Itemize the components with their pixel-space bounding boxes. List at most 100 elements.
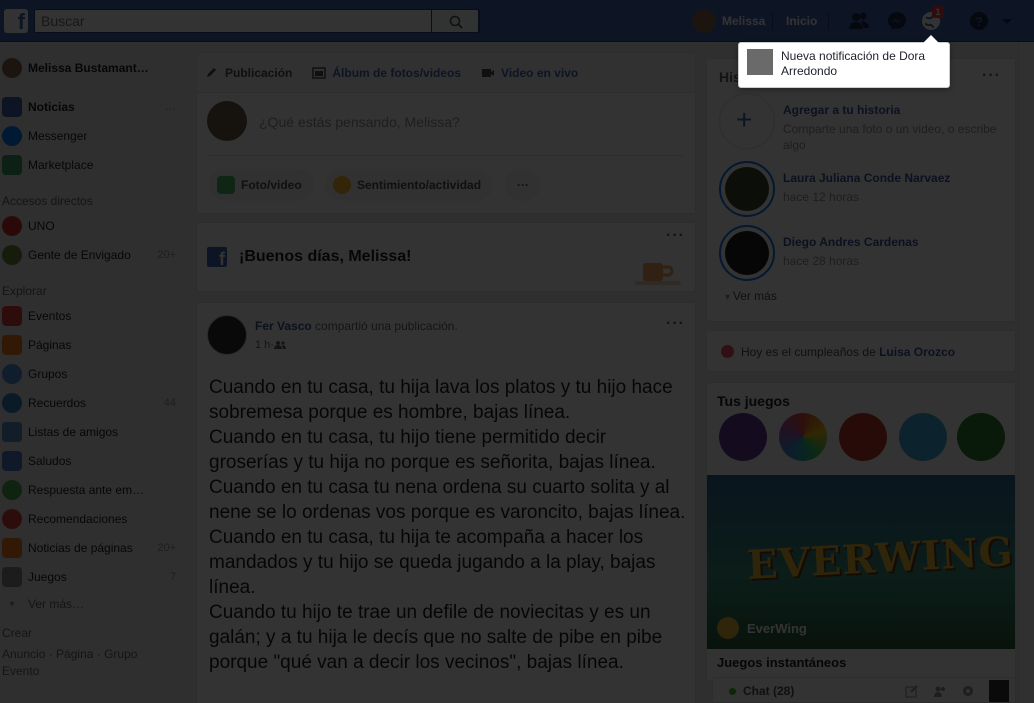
search-box: [34, 9, 480, 33]
composer-input[interactable]: ¿Qué estás pensando, Melissa?: [259, 114, 460, 130]
friends-audience-icon[interactable]: [273, 340, 286, 350]
help-icon[interactable]: ?: [968, 10, 990, 32]
create-ad-link[interactable]: Anuncio: [2, 647, 45, 661]
sidebar-profile[interactable]: Melissa Bustamant…: [2, 57, 182, 79]
more-options-icon: ···: [517, 178, 529, 192]
add-story-title: Agregar a tu historia: [783, 103, 901, 117]
add-story-button[interactable]: +: [719, 93, 775, 149]
create-event-link[interactable]: Evento: [2, 664, 39, 678]
count-badge: 20+: [157, 542, 176, 554]
search-button[interactable]: [431, 9, 479, 33]
pencil-icon: [207, 67, 216, 77]
featured-game-title: EVERWING: [745, 528, 1015, 589]
gear-icon[interactable]: [961, 684, 975, 698]
crisis-response-icon: [2, 480, 22, 500]
sidebar-item-label: Páginas: [28, 338, 72, 352]
more-options-icon[interactable]: ···: [982, 67, 1001, 85]
pirate-game-icon[interactable]: [719, 413, 767, 461]
post-author-link[interactable]: Fer Vasco: [255, 319, 312, 333]
candy-game-icon[interactable]: [839, 413, 887, 461]
sidebar-item-events[interactable]: Eventos: [2, 305, 182, 327]
post-timestamp[interactable]: 1 h: [255, 339, 270, 351]
sidebar-item-gente-de-envigado[interactable]: Gente de Envigado 20+: [2, 244, 182, 266]
facebook-logo: f: [207, 247, 227, 267]
bubble-game-icon[interactable]: [899, 413, 947, 461]
new-message-icon[interactable]: [905, 684, 919, 698]
sidebar-item-crisis-response[interactable]: Respuesta ante em…: [2, 479, 182, 501]
tab-photo-album[interactable]: Álbum de fotos/videos: [312, 66, 461, 80]
gift-icon: [721, 345, 734, 358]
sidebar-item-pokes[interactable]: Saludos: [2, 450, 182, 472]
sidebar-item-messenger[interactable]: Messenger: [2, 125, 182, 147]
sidebar-item-friend-lists[interactable]: Listas de amigos: [2, 421, 182, 443]
sidebar-item-memories[interactable]: Recuerdos 44: [2, 392, 182, 414]
sidebar-item-pages[interactable]: Páginas: [2, 334, 182, 356]
sidebar-item-uno[interactable]: UNO: [2, 215, 182, 237]
smiley-game-icon[interactable]: [779, 413, 827, 461]
tab-live-video[interactable]: Video en vivo: [481, 66, 578, 80]
home-link[interactable]: Inicio: [786, 14, 817, 28]
profile-shortcut[interactable]: Melissa: [692, 9, 765, 33]
uno-game-icon[interactable]: [957, 413, 1005, 461]
calendar-icon: [2, 306, 22, 326]
sidebar-item-games[interactable]: Juegos 7: [2, 566, 182, 588]
story-item[interactable]: Laura Juliana Conde Narvaez hace 12 hora…: [719, 161, 1009, 217]
everwing-logo-icon: [717, 617, 739, 639]
sidebar-item-news-feed[interactable]: Noticias …: [2, 96, 182, 118]
top-navigation-bar: f Melissa Inicio 1 ?: [0, 0, 1034, 42]
sidebar-item-label: Marketplace: [28, 158, 94, 172]
page-scrollbar[interactable]: [1018, 42, 1034, 703]
sidebar-item-label: Juegos: [28, 570, 67, 584]
sidebar-item-label: Recuerdos: [28, 396, 87, 410]
avatar[interactable]: [207, 315, 247, 355]
stories-see-more[interactable]: ▾ Ver más: [725, 289, 777, 303]
facebook-logo[interactable]: f: [4, 9, 28, 33]
count-badge: 7: [169, 571, 176, 583]
featured-game-banner[interactable]: EVERWING EverWing: [707, 475, 1015, 649]
search-input[interactable]: [35, 10, 435, 32]
avatar[interactable]: [989, 680, 1009, 702]
messenger-icon[interactable]: [886, 10, 908, 32]
post-header: Fer Vasco compartió una publicación.: [255, 319, 458, 333]
create-page-link[interactable]: Página: [56, 647, 93, 661]
count-badge: 44: [163, 397, 176, 409]
sidebar-item-marketplace[interactable]: Marketplace: [2, 154, 182, 176]
more-options-icon[interactable]: ···: [666, 315, 685, 333]
create-group-link[interactable]: Grupo: [104, 647, 137, 661]
account-menu-chevron-icon[interactable]: [1000, 10, 1014, 32]
sidebar-item-pages-feed[interactable]: Noticias de páginas 20+: [2, 537, 182, 559]
button-label: Foto/video: [241, 178, 302, 192]
add-story[interactable]: + Agregar a tu historia Comparte una fot…: [719, 93, 1009, 152]
more-options-icon[interactable]: …: [165, 101, 176, 113]
sidebar-item-label: Grupos: [28, 367, 68, 381]
story-thumbnail: [719, 225, 775, 281]
photo-video-button[interactable]: Foto/video: [209, 169, 314, 201]
sidebar-item-label: UNO: [28, 219, 55, 233]
sidebar-item-label: Eventos: [28, 309, 72, 323]
sidebar-item-label: Melissa Bustamant…: [28, 61, 149, 75]
tab-post[interactable]: Publicación: [205, 66, 292, 80]
avatar: [725, 167, 769, 211]
sidebar-see-more[interactable]: ▾ Ver más…: [2, 593, 182, 615]
birthday-person-link[interactable]: Luisa Orozco: [879, 345, 955, 359]
online-status-icon: [729, 688, 736, 695]
sidebar-item-recommendations[interactable]: Recomendaciones: [2, 508, 182, 530]
sidebar-item-label: Respuesta ante em…: [28, 483, 145, 497]
new-group-icon[interactable]: [933, 684, 947, 698]
separator: ·: [45, 647, 57, 661]
birthday-text: Hoy es el cumpleaños de Luisa Orozco: [741, 345, 955, 359]
more-composer-options-button[interactable]: ···: [505, 169, 541, 201]
photo-album-icon: [312, 66, 327, 79]
messenger-icon: [2, 126, 22, 146]
left-sidebar: Melissa Bustamant… Noticias … Messenger …: [0, 42, 190, 703]
notification-popup[interactable]: Nueva notificación de Dora Arredondo: [738, 35, 950, 88]
feeling-activity-button[interactable]: Sentimiento/actividad: [325, 169, 494, 201]
more-options-icon[interactable]: ···: [666, 227, 685, 245]
story-author: Diego Andres Cardenas: [783, 235, 919, 249]
story-item[interactable]: Diego Andres Cardenas hace 28 horas: [719, 225, 1009, 281]
news-feed-post: Fer Vasco compartió una publicación. 1 h…: [196, 302, 696, 703]
post-paragraph: Cuando tu hijo te trae un defile de novi…: [209, 602, 663, 673]
chat-bar[interactable]: Chat (28): [712, 677, 1016, 703]
friend-requests-icon[interactable]: [848, 10, 870, 32]
sidebar-item-groups[interactable]: Grupos: [2, 363, 182, 385]
